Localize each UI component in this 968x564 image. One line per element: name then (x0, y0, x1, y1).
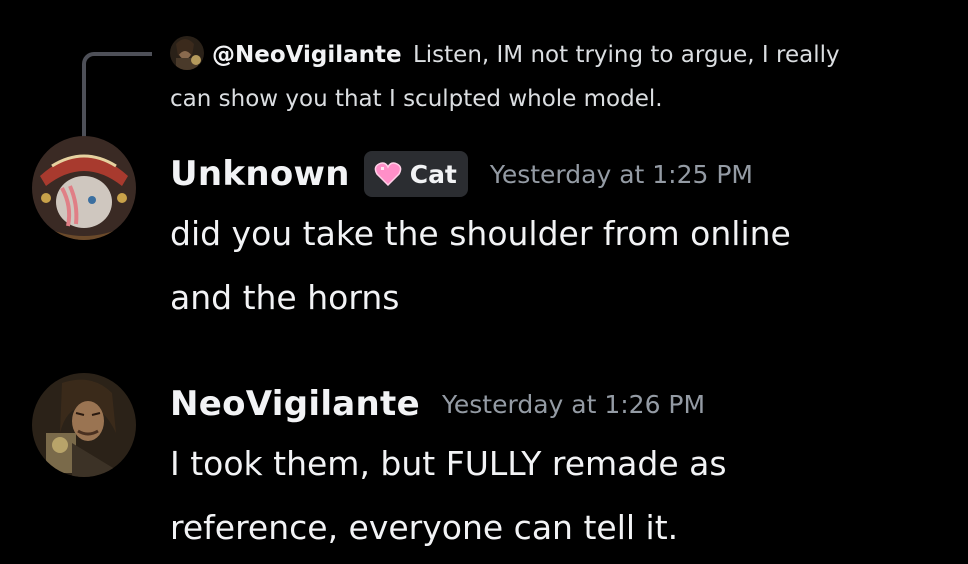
pink-heart-icon (374, 161, 402, 187)
user-tag[interactable]: Cat (363, 151, 468, 197)
timestamp[interactable]: Yesterday at 1:26 PM (442, 390, 705, 419)
user-tag-label: Cat (409, 159, 457, 189)
avatar-neovigilante[interactable] (32, 373, 136, 477)
message-unknown: Unknown Cat Yesterday at 1:25 PM did you… (170, 146, 791, 330)
timestamp[interactable]: Yesterday at 1:25 PM (490, 160, 753, 189)
message-header: Unknown Cat Yesterday at 1:25 PM (170, 146, 791, 202)
reply-mention[interactable]: @NeoVigilante (212, 42, 402, 68)
message-neovigilante: NeoVigilante Yesterday at 1:26 PM I took… (170, 376, 727, 560)
reply-author-avatar[interactable] (170, 36, 204, 70)
message-text-line: I took them, but FULLY remade as (170, 444, 727, 483)
reply-connector-line (82, 52, 152, 138)
username[interactable]: Unknown (170, 154, 350, 194)
message-text-line: reference, everyone can tell it. (170, 508, 679, 547)
message-text-line: and the horns (170, 278, 400, 317)
message-header: NeoVigilante Yesterday at 1:26 PM (170, 376, 727, 432)
reply-preview[interactable]: @NeoVigilante Listen, IM not trying to a… (170, 33, 870, 121)
username[interactable]: NeoVigilante (170, 384, 420, 424)
avatar-unknown[interactable] (32, 136, 136, 240)
message-text-line: did you take the shoulder from online (170, 214, 791, 253)
